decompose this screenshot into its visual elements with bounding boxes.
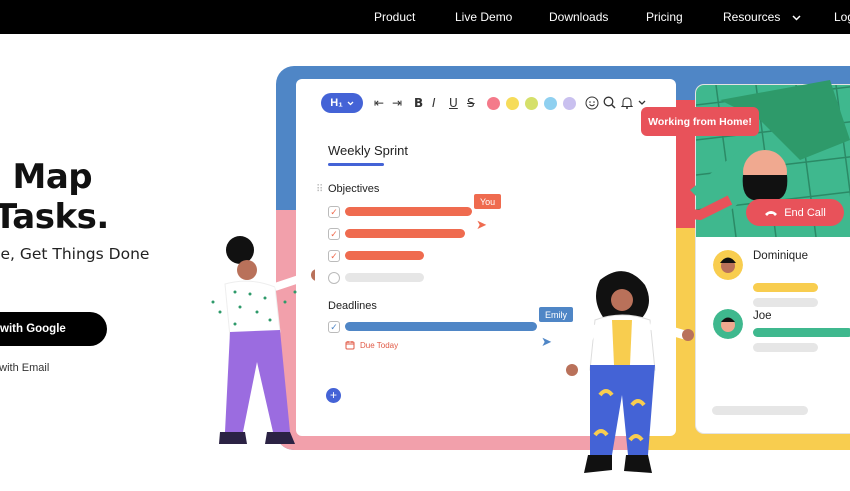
person-center-illustration [566, 271, 694, 473]
avatar-dominique [713, 250, 743, 280]
strikethrough-icon[interactable]: S [467, 96, 475, 110]
emoji-icon[interactable] [585, 96, 599, 110]
objective-checkbox-2[interactable]: ✓ [328, 228, 340, 240]
objective-checkbox-4[interactable] [328, 272, 340, 284]
you-cursor-tag: You [474, 194, 502, 209]
title-underline [328, 163, 384, 166]
color-dot-pink[interactable] [487, 97, 500, 110]
participant-bar [712, 406, 808, 415]
add-item-button[interactable]: + [326, 388, 341, 403]
objective-bar-2 [345, 229, 465, 238]
due-date-label: Due Today [360, 340, 399, 350]
objective-checkbox-3[interactable]: ✓ [328, 250, 340, 262]
objective-checkbox-1[interactable]: ✓ [328, 206, 340, 218]
objective-bar-3 [345, 251, 424, 260]
document-title: Weekly Sprint [328, 143, 408, 158]
color-dot-lime[interactable] [525, 97, 538, 110]
avatar-joe [713, 309, 743, 339]
heading-dropdown[interactable]: H₁ [321, 93, 363, 113]
color-dot-blue[interactable] [544, 97, 557, 110]
bold-icon[interactable]: B [414, 96, 423, 110]
participant-bar [753, 298, 818, 307]
underline-icon[interactable]: U [449, 96, 458, 110]
participant-name-joe: Joe [753, 310, 772, 322]
color-dot-yellow[interactable] [506, 97, 519, 110]
deadline-bar [345, 322, 537, 331]
drag-handle-icon[interactable]: ⠿ [316, 184, 323, 195]
heading-label: H₁ [330, 97, 343, 109]
objectives-label: Objectives [328, 183, 380, 195]
deadline-checkbox[interactable]: ✓ [328, 321, 340, 333]
participant-bar [753, 328, 850, 337]
participant-name-dominique: Dominique [753, 250, 808, 262]
bell-icon[interactable] [621, 96, 633, 109]
chevron-down-icon[interactable] [638, 100, 646, 106]
chevron-down-icon [347, 101, 354, 105]
calendar-icon [345, 341, 355, 350]
search-icon[interactable] [603, 96, 616, 109]
cursor-icon: ➤ [476, 217, 487, 232]
italic-icon[interactable]: I [432, 96, 436, 110]
status-bubble: Working from Home! [641, 107, 759, 136]
indent-icon[interactable]: ⇥ [392, 96, 402, 110]
color-dot-purple[interactable] [563, 97, 576, 110]
participant-bar [753, 283, 818, 292]
person-left-illustration [211, 236, 315, 444]
due-date: Due Today [345, 340, 398, 350]
participant-bar [753, 343, 818, 352]
deadlines-label: Deadlines [328, 300, 377, 312]
outdent-icon[interactable]: ⇤ [374, 96, 384, 110]
objective-bar-1 [345, 207, 472, 216]
cursor-icon: ➤ [541, 334, 552, 349]
objective-bar-4 [345, 273, 424, 282]
hero-illustration: H₁ ⇤ ⇥ B I U S Weekly Sprint ⠿ Objective… [0, 0, 850, 491]
end-call-button[interactable]: End Call [746, 199, 844, 226]
end-call-label: End Call [784, 206, 826, 219]
phone-hangup-icon [765, 210, 778, 216]
